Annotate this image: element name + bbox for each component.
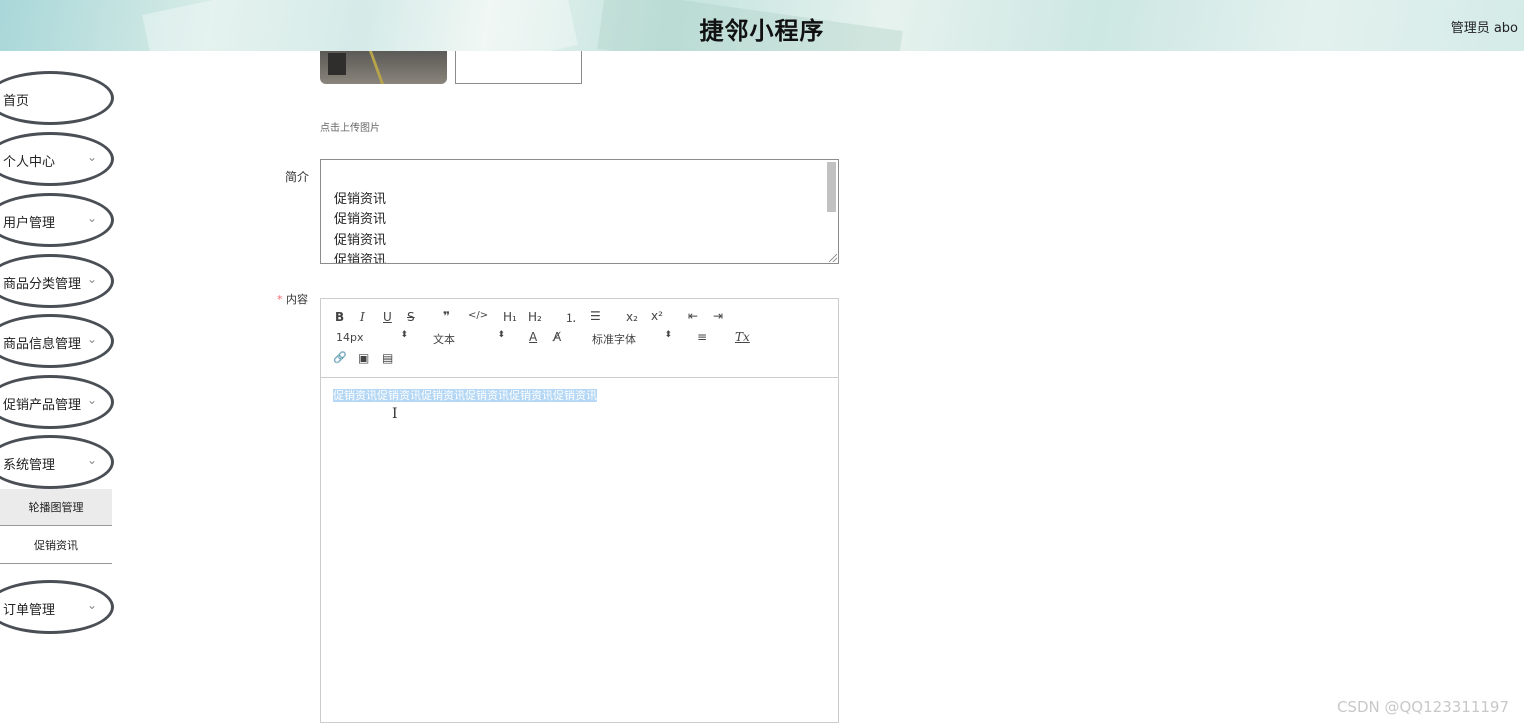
intro-line: 促销资讯	[334, 253, 387, 264]
chevron-down-icon: ⌄	[86, 272, 97, 286]
thumbnail-detail-2	[368, 51, 385, 84]
bold-button[interactable]: B	[335, 310, 344, 324]
italic-button[interactable]: I	[360, 310, 365, 324]
intro-line: 促销资讯	[334, 212, 387, 227]
sidebar-item-promo-management[interactable]: 促销产品管理 ⌄	[0, 375, 114, 429]
font-family-value: 标准字体	[592, 333, 636, 346]
rich-text-editor: B I U S ❞ </> H₁ H₂ ⒈ ☰ x₂ x² ⇤ ⇥ 14px ⬍…	[320, 298, 839, 723]
content-label: * 内容	[277, 291, 308, 307]
sidebar-item-label: 首页	[3, 94, 30, 109]
sidebar-item-personal-center[interactable]: 个人中心 ⌄	[0, 132, 114, 186]
sidebar-subitem-carousel[interactable]: 轮播图管理	[0, 489, 112, 526]
sidebar-item-label: 商品分类管理	[3, 277, 82, 292]
sidebar-subitem-promo-news[interactable]: 促销资讯	[0, 527, 112, 564]
strike-button[interactable]: S	[407, 310, 415, 324]
indent-button[interactable]: ⇥	[713, 309, 723, 323]
sidebar-item-order-management[interactable]: 订单管理 ⌄	[0, 580, 114, 634]
chevron-down-icon: ⌄	[86, 453, 97, 467]
header-picker[interactable]: 文本 ⬍	[433, 330, 505, 347]
bullet-list-button[interactable]: ☰	[590, 309, 601, 323]
editor-content[interactable]: 促销资讯促销资讯促销资讯促销资讯促销资讯促销资讯	[333, 387, 597, 403]
picker-arrow-icon: ⬍	[664, 330, 672, 340]
background-color-icon[interactable]: A̸	[553, 330, 561, 344]
clear-format-icon[interactable]: Tx	[735, 330, 750, 344]
font-size-picker[interactable]: 14px ⬍	[336, 330, 408, 344]
sidebar-item-home[interactable]: 首页	[0, 71, 114, 125]
video-icon[interactable]: ▤	[382, 351, 393, 365]
sidebar-item-category-management[interactable]: 商品分类管理 ⌄	[0, 254, 114, 308]
sidebar-item-label: 促销产品管理	[3, 398, 82, 413]
thumbnail-detail	[328, 53, 346, 75]
textarea-scrollbar[interactable]	[827, 162, 836, 212]
chevron-down-icon: ⌄	[86, 150, 97, 164]
ordered-list-button[interactable]: ⒈	[565, 309, 577, 326]
sidebar-item-label: 用户管理	[3, 216, 56, 231]
intro-line: 促销资讯	[334, 192, 387, 207]
intro-textarea[interactable]: 促销资讯 促销资讯 促销资讯 促销资讯	[320, 159, 839, 264]
font-family-picker[interactable]: 标准字体 ⬍	[592, 330, 672, 347]
font-color-icon[interactable]: A	[529, 330, 537, 344]
header1-button[interactable]: H₁	[503, 310, 517, 324]
blockquote-button[interactable]: ❞	[443, 309, 450, 323]
font-size-value: 14px	[336, 331, 364, 344]
text-cursor-icon: I	[392, 406, 398, 422]
picker-arrow-icon: ⬍	[497, 330, 505, 340]
chevron-down-icon: ⌄	[86, 211, 97, 225]
chevron-down-icon: ⌄	[86, 393, 97, 407]
align-icon[interactable]: ≡	[697, 330, 707, 344]
link-icon[interactable]: 🔗	[333, 351, 347, 364]
sidebar-item-label: 系统管理	[3, 458, 56, 473]
header2-button[interactable]: H₂	[528, 310, 542, 324]
intro-label: 简介	[285, 170, 310, 184]
sidebar: 首页 个人中心 ⌄ 用户管理 ⌄ 商品分类管理 ⌄ 商品信息管理 ⌄ 促销产品管…	[0, 51, 125, 726]
underline-button[interactable]: U	[383, 310, 392, 324]
image-icon[interactable]: ▣	[358, 351, 369, 365]
chevron-down-icon: ⌄	[86, 332, 97, 346]
image-upload-button[interactable]	[455, 51, 582, 84]
sidebar-item-system-management[interactable]: 系统管理 ⌄	[0, 435, 114, 489]
sidebar-item-user-management[interactable]: 用户管理 ⌄	[0, 193, 114, 247]
sidebar-item-product-management[interactable]: 商品信息管理 ⌄	[0, 314, 114, 368]
header-value: 文本	[433, 333, 455, 346]
top-header: 捷邻小程序 管理员 abo	[0, 0, 1524, 51]
content-label-text: 内容	[286, 293, 308, 306]
sidebar-item-label: 订单管理	[3, 603, 56, 618]
upload-hint: 点击上传图片	[320, 123, 380, 134]
resize-handle-icon[interactable]	[829, 254, 837, 262]
required-mark: *	[277, 293, 283, 306]
chevron-down-icon: ⌄	[86, 598, 97, 612]
picker-arrow-icon: ⬍	[400, 330, 408, 340]
sidebar-item-label: 商品信息管理	[3, 337, 82, 352]
uploaded-image-thumbnail[interactable]	[320, 51, 447, 84]
sidebar-item-label: 个人中心	[3, 155, 56, 170]
intro-line: 促销资讯	[334, 233, 387, 248]
editor-toolbar: B I U S ❞ </> H₁ H₂ ⒈ ☰ x₂ x² ⇤ ⇥ 14px ⬍…	[321, 299, 838, 378]
app-title: 捷邻小程序	[699, 17, 825, 45]
code-block-button[interactable]: </>	[468, 310, 488, 321]
superscript-button[interactable]: x²	[651, 309, 663, 323]
outdent-button[interactable]: ⇤	[688, 309, 698, 323]
subscript-button[interactable]: x₂	[626, 310, 638, 324]
selected-text: 促销资讯促销资讯促销资讯促销资讯促销资讯促销资讯	[333, 389, 597, 402]
current-user[interactable]: 管理员 abo	[1451, 17, 1518, 36]
watermark: CSDN @QQ123311197	[1336, 698, 1509, 716]
